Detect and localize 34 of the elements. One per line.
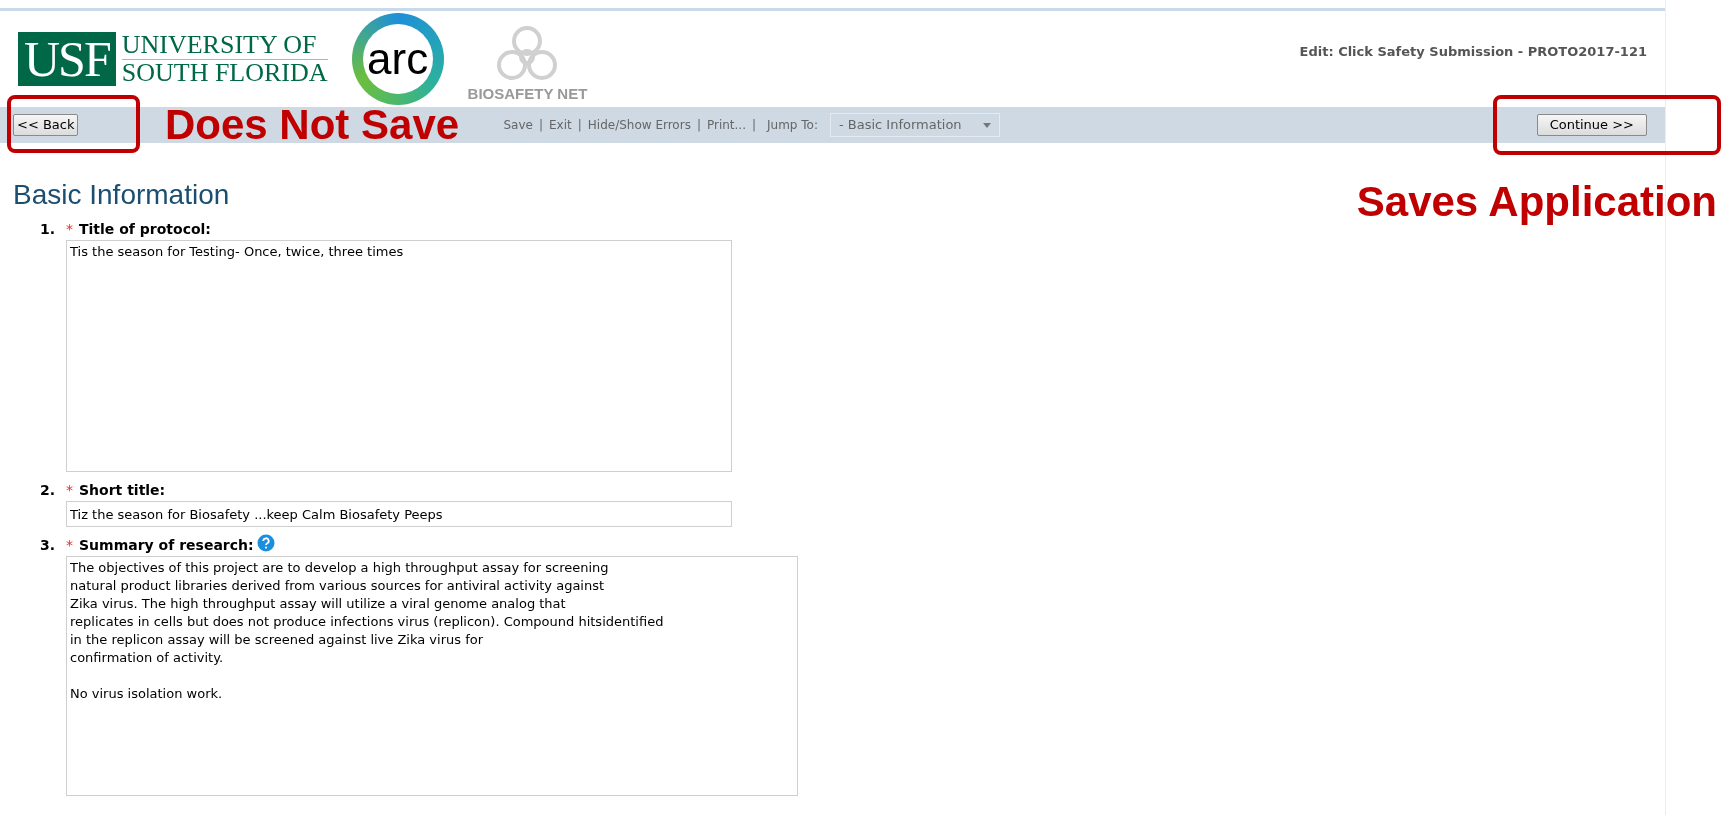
annotation-text: Saves Application xyxy=(1356,177,1717,227)
separator: | xyxy=(576,117,583,134)
question-number: 1. xyxy=(40,220,57,239)
toolbar-link[interactable]: Hide/Show Errors xyxy=(582,116,696,134)
required-mark: * xyxy=(66,536,73,555)
short-title-field[interactable]: Tiz the season for Biosafety ...keep Calm Biosafety Peeps xyxy=(66,501,732,527)
page-title: Edit: Click Safety Submission - PROTO2017-121 xyxy=(1299,43,1647,61)
question-label: Summary of research: xyxy=(79,536,254,555)
question-label: Title of protocol: xyxy=(79,220,211,239)
toolbar-link[interactable]: Save xyxy=(498,116,538,134)
arc-logo: arc xyxy=(351,13,444,105)
separator: | xyxy=(537,117,544,134)
jump-to-label: Jump To: xyxy=(767,117,818,134)
section-heading: Basic Information xyxy=(13,179,230,211)
title-textarea[interactable]: Tis the season for Testing- Once, twice, three times xyxy=(66,240,732,472)
toolbar-link[interactable]: Exit xyxy=(544,116,577,134)
university-name: SOUTH FLORIDA xyxy=(121,60,328,86)
question-number: 3. xyxy=(40,536,57,555)
question-number: 2. xyxy=(40,481,57,500)
caret-icon xyxy=(983,122,991,128)
summary-textarea[interactable]: The objectives of this project are to develop a high throughput assay for screening natural product libraries derived from various sources for antiviral activity against Zika virus. The high throughput assay will utilize a viral genome analog that replicates in cells but does not produce infections virus (replicon). Compound hitsidentified in the replicon assay will be screened against live Zika virus for confirmation of activity. No virus isolation work. xyxy=(66,556,798,796)
required-mark: * xyxy=(66,220,73,239)
help-icon[interactable] xyxy=(256,533,275,552)
question-label: Short title: xyxy=(79,481,166,500)
biosafety-net-logo: BIOSAFETY NET xyxy=(467,83,588,104)
separator: | xyxy=(751,117,758,134)
back-button[interactable]: << Back xyxy=(13,114,79,136)
required-mark: * xyxy=(66,481,73,500)
jump-to-dropdown[interactable]: - Basic Information xyxy=(830,113,1000,137)
continue-button[interactable]: Continue >> xyxy=(1536,114,1647,136)
university-name: UNIVERSITY OF xyxy=(121,32,328,60)
separator: | xyxy=(695,117,702,134)
toolbar-link[interactable]: Print... xyxy=(701,116,751,134)
usf-mark: USF xyxy=(18,32,116,86)
